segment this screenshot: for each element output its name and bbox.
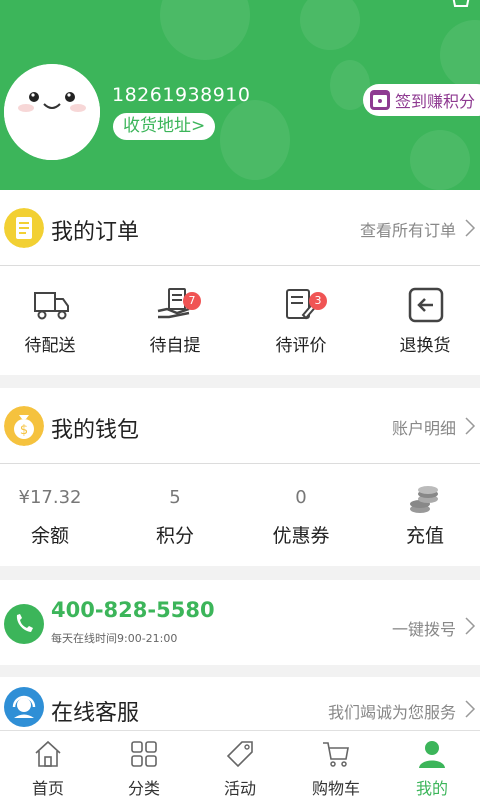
points-value: 5 (169, 487, 181, 508)
tab-activity[interactable]: 活动 (192, 731, 288, 800)
customer-service-icon (4, 687, 44, 727)
order-status-label: 待配送 (24, 336, 76, 356)
fruit-decoration (410, 130, 470, 190)
money-bag-icon: $ (4, 406, 44, 446)
order-status-label: 待自提 (149, 336, 201, 356)
tab-label: 活动 (223, 779, 256, 798)
home-icon (35, 740, 61, 767)
coins-icon (410, 486, 438, 513)
avatar-face-icon (4, 64, 100, 160)
wallet-grid: ¥17.32 余额 5 积分 0 优惠券 充值 (0, 465, 480, 565)
wallet-header[interactable]: $ 我的钱包 账户明细 (0, 388, 480, 464)
tag-icon (226, 741, 253, 768)
online-service-slogan: 我们竭诚为您服务 (327, 703, 456, 722)
hotline-hours: 每天在线时间9:00-21:00 (51, 632, 178, 645)
one-click-dial-link[interactable]: 一键拨号 (392, 616, 456, 640)
wallet-points[interactable]: 5 积分 (100, 465, 226, 565)
fruit-decoration (220, 100, 290, 180)
tab-home[interactable]: 首页 (0, 731, 96, 800)
order-list-icon (4, 208, 44, 248)
order-status-pickup[interactable]: 7 待自提 (100, 267, 226, 375)
tab-label: 购物车 (311, 779, 360, 798)
view-all-orders-link[interactable]: 查看所有订单 (360, 217, 456, 241)
orders-section: 我的订单 查看所有订单 待配送 7 待自提 3 待评价 退换货 (0, 190, 480, 375)
coupons-value: 0 (295, 487, 307, 508)
online-service-section[interactable]: 在线客服 我们竭诚为您服务 (0, 677, 480, 730)
tab-label: 首页 (31, 779, 64, 798)
phone-call-icon (4, 604, 44, 644)
user-phone: 18261938910 (112, 84, 251, 106)
fruit-decoration (440, 20, 480, 90)
balance-label: 余额 (30, 525, 69, 547)
wallet-coupons[interactable]: 0 优惠券 (226, 465, 350, 565)
chevron-right-icon (465, 700, 476, 718)
coupons-label: 优惠券 (272, 525, 330, 547)
tab-category[interactable]: 分类 (96, 731, 192, 800)
chevron-right-icon (465, 617, 476, 635)
address-button[interactable]: 收货地址> (113, 113, 216, 140)
pickup-count-badge: 7 (183, 292, 201, 310)
hotline-section[interactable]: 400-828-5580 每天在线时间9:00-21:00 一键拨号 (0, 580, 480, 665)
bottom-tab-bar: 首页 分类 活动 购物车 我的 (0, 730, 480, 800)
wallet-balance[interactable]: ¥17.32 余额 (0, 465, 100, 565)
svg-text:$: $ (20, 423, 28, 438)
fruit-decoration (160, 0, 250, 60)
balance-value: ¥17.32 (18, 487, 82, 508)
order-status-label: 退换货 (399, 336, 451, 356)
order-status-label: 待评价 (275, 336, 327, 356)
user-icon (419, 741, 445, 768)
tab-label: 我的 (415, 779, 448, 798)
tab-label: 分类 (127, 779, 160, 798)
avatar[interactable] (4, 64, 100, 160)
order-status-returns[interactable]: 退换货 (350, 267, 480, 375)
truck-icon (34, 292, 69, 320)
checkin-button[interactable]: 签到赚积分 (363, 84, 480, 116)
wallet-title: 我的钱包 (51, 418, 140, 443)
cart-icon (323, 742, 349, 767)
wallet-section: $ 我的钱包 账户明细 ¥17.32 余额 5 积分 0 优惠券 充值 (0, 388, 480, 566)
calendar-icon (370, 90, 390, 110)
category-icon (131, 741, 157, 767)
hotline-number[interactable]: 400-828-5580 (51, 598, 215, 622)
orders-header[interactable]: 我的订单 查看所有订单 (0, 190, 480, 266)
return-icon (408, 287, 444, 323)
checkin-label: 签到赚积分 (395, 92, 476, 111)
tab-cart[interactable]: 购物车 (288, 731, 384, 800)
chevron-right-icon (465, 219, 476, 237)
order-status-pending-delivery[interactable]: 待配送 (0, 267, 100, 375)
order-status-to-review[interactable]: 3 待评价 (226, 267, 350, 375)
fruit-decoration (300, 0, 360, 50)
wallet-recharge[interactable]: 充值 (350, 465, 480, 565)
orders-title: 我的订单 (51, 220, 140, 245)
review-count-badge: 3 (309, 292, 327, 310)
order-status-grid: 待配送 7 待自提 3 待评价 退换货 (0, 267, 480, 375)
profile-header: 18261938910 收货地址> 签到赚积分 (0, 0, 480, 190)
chevron-right-icon (465, 417, 476, 435)
recharge-label: 充值 (405, 525, 444, 547)
settings-icon[interactable] (450, 0, 472, 10)
points-label: 积分 (155, 525, 194, 547)
online-service-title: 在线客服 (51, 701, 140, 726)
account-details-link[interactable]: 账户明细 (392, 415, 456, 439)
tab-mine[interactable]: 我的 (384, 731, 480, 800)
